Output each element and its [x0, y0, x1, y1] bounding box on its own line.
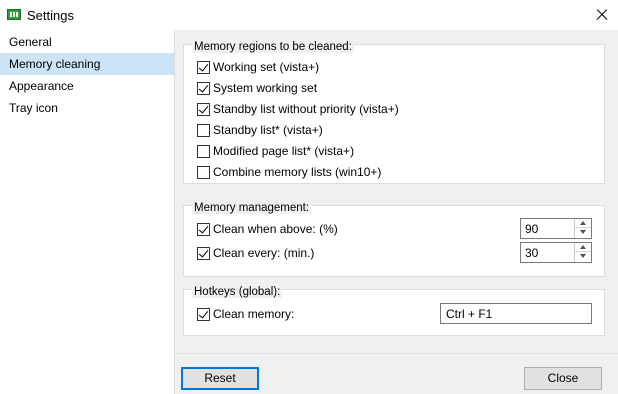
window-title: Settings: [27, 8, 74, 23]
clean-when-above-value[interactable]: 90: [525, 222, 538, 236]
sidebar-item-appearance[interactable]: Appearance: [0, 75, 174, 97]
hotkeys-title: Hotkeys (global):: [192, 286, 283, 298]
settings-sidebar: General Memory cleaning Appearance Tray …: [0, 30, 175, 394]
close-icon[interactable]: [585, 0, 618, 30]
clean-memory-hotkey-checkbox[interactable]: [197, 307, 210, 321]
reset-button[interactable]: Reset: [181, 367, 259, 390]
clean-when-above-checkbox[interactable]: [197, 222, 210, 236]
modified-page-list-label: Modified page list* (vista+): [213, 144, 355, 158]
standby-no-priority-checkbox[interactable]: [197, 102, 210, 116]
clean-every-option[interactable]: Clean every: (min.): [197, 244, 314, 262]
system-working-set-option[interactable]: System working set: [197, 79, 317, 97]
clean-every-value[interactable]: 30: [525, 246, 538, 260]
clean-when-above-option[interactable]: Clean when above: (%): [197, 220, 338, 238]
spinner-arrows: [574, 219, 591, 238]
standby-list-checkbox[interactable]: [197, 123, 210, 137]
sidebar-item-general[interactable]: General: [0, 31, 174, 53]
memory-management-title: Memory management:: [192, 202, 312, 214]
arrow-up-icon[interactable]: [575, 219, 591, 228]
memory-chip-icon: [7, 9, 21, 20]
modified-page-list-checkbox[interactable]: [197, 144, 210, 158]
system-working-set-checkbox[interactable]: [197, 81, 210, 95]
title-bar: Settings: [0, 0, 618, 30]
memory-regions-group: Memory regions to be cleaned: Working se…: [183, 41, 605, 184]
clean-memory-hotkey-option[interactable]: Clean memory:: [197, 305, 294, 323]
arrow-down-icon[interactable]: [575, 228, 591, 237]
standby-no-priority-option[interactable]: Standby list without priority (vista+): [197, 100, 399, 118]
hotkey-value[interactable]: Ctrl + F1: [446, 307, 492, 321]
hotkey-input[interactable]: Ctrl + F1: [440, 303, 592, 324]
sidebar-item-memory-cleaning[interactable]: Memory cleaning: [0, 53, 174, 75]
sidebar-item-tray-icon[interactable]: Tray icon: [0, 97, 174, 119]
standby-list-option[interactable]: Standby list* (vista+): [197, 121, 323, 139]
combine-memory-lists-checkbox[interactable]: [197, 165, 210, 179]
standby-list-label: Standby list* (vista+): [213, 123, 323, 137]
clean-when-above-label: Clean when above: (%): [213, 222, 338, 236]
settings-content: Memory regions to be cleaned: Working se…: [175, 30, 618, 353]
arrow-down-icon[interactable]: [575, 252, 591, 261]
clean-every-checkbox[interactable]: [197, 246, 210, 260]
combine-memory-lists-label: Combine memory lists (win10+): [213, 165, 382, 179]
clean-when-above-spinner[interactable]: 90: [520, 218, 592, 239]
working-set-option[interactable]: Working set (vista+): [197, 58, 319, 76]
modified-page-list-option[interactable]: Modified page list* (vista+): [197, 142, 354, 160]
hotkeys-group: Hotkeys (global): Clean memory: Ctrl + F…: [183, 286, 605, 336]
standby-no-priority-label: Standby list without priority (vista+): [213, 102, 399, 116]
arrow-up-icon[interactable]: [575, 243, 591, 252]
memory-management-group: Memory management: Clean when above: (%)…: [183, 202, 605, 277]
clean-every-spinner[interactable]: 30: [520, 242, 592, 263]
clean-every-label: Clean every: (min.): [213, 246, 315, 260]
combine-memory-lists-option[interactable]: Combine memory lists (win10+): [197, 163, 381, 181]
clean-memory-hotkey-label: Clean memory:: [213, 307, 295, 321]
working-set-label: Working set (vista+): [213, 60, 320, 74]
dialog-footer: Reset Close: [175, 353, 618, 394]
working-set-checkbox[interactable]: [197, 60, 210, 74]
close-button[interactable]: Close: [524, 367, 602, 390]
spinner-arrows: [574, 243, 591, 262]
memory-regions-title: Memory regions to be cleaned:: [192, 41, 354, 53]
system-working-set-label: System working set: [213, 81, 318, 95]
